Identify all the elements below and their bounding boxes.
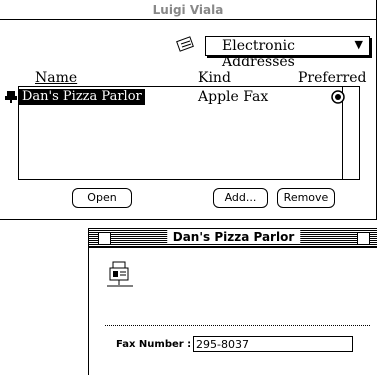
add-button[interactable]: Add...: [213, 188, 268, 208]
fax-machine-icon: [107, 261, 133, 287]
fax-number-label: Fax Number :: [116, 339, 192, 350]
list-item-kind: Apple Fax: [198, 89, 269, 105]
card-icon: [176, 36, 194, 52]
column-header-kind[interactable]: Kind: [198, 70, 231, 86]
fax-number-field[interactable]: 295-8037: [193, 336, 353, 352]
address-type-label: Electronic Addresses: [222, 38, 295, 70]
detail-window: Dan's Pizza Parlor Fax Number : 295-8037: [88, 228, 377, 375]
close-box-icon[interactable]: [98, 232, 111, 245]
remove-button[interactable]: Remove: [277, 188, 335, 208]
detail-titlebar[interactable]: Dan's Pizza Parlor: [89, 229, 377, 248]
triangle-down-icon: ▼: [354, 38, 363, 51]
column-header-preferred[interactable]: Preferred: [298, 70, 367, 86]
divider: [105, 325, 370, 326]
fax-icon: [5, 91, 17, 103]
preferred-radio[interactable]: [330, 89, 346, 105]
column-header-name[interactable]: Name: [35, 70, 77, 86]
open-button[interactable]: Open: [72, 188, 132, 208]
address-type-popup[interactable]: Electronic Addresses ▼: [205, 36, 370, 70]
window-title: Luigi Viala: [152, 3, 224, 17]
detail-title: Dan's Pizza Parlor: [166, 230, 301, 244]
address-window: Luigi Viala Electronic Addresses ▼ Name …: [0, 0, 377, 220]
list-item-name[interactable]: Dan's Pizza Parlor: [19, 89, 145, 105]
zoom-box-icon[interactable]: [357, 232, 370, 245]
window-titlebar[interactable]: Luigi Viala: [0, 0, 376, 20]
